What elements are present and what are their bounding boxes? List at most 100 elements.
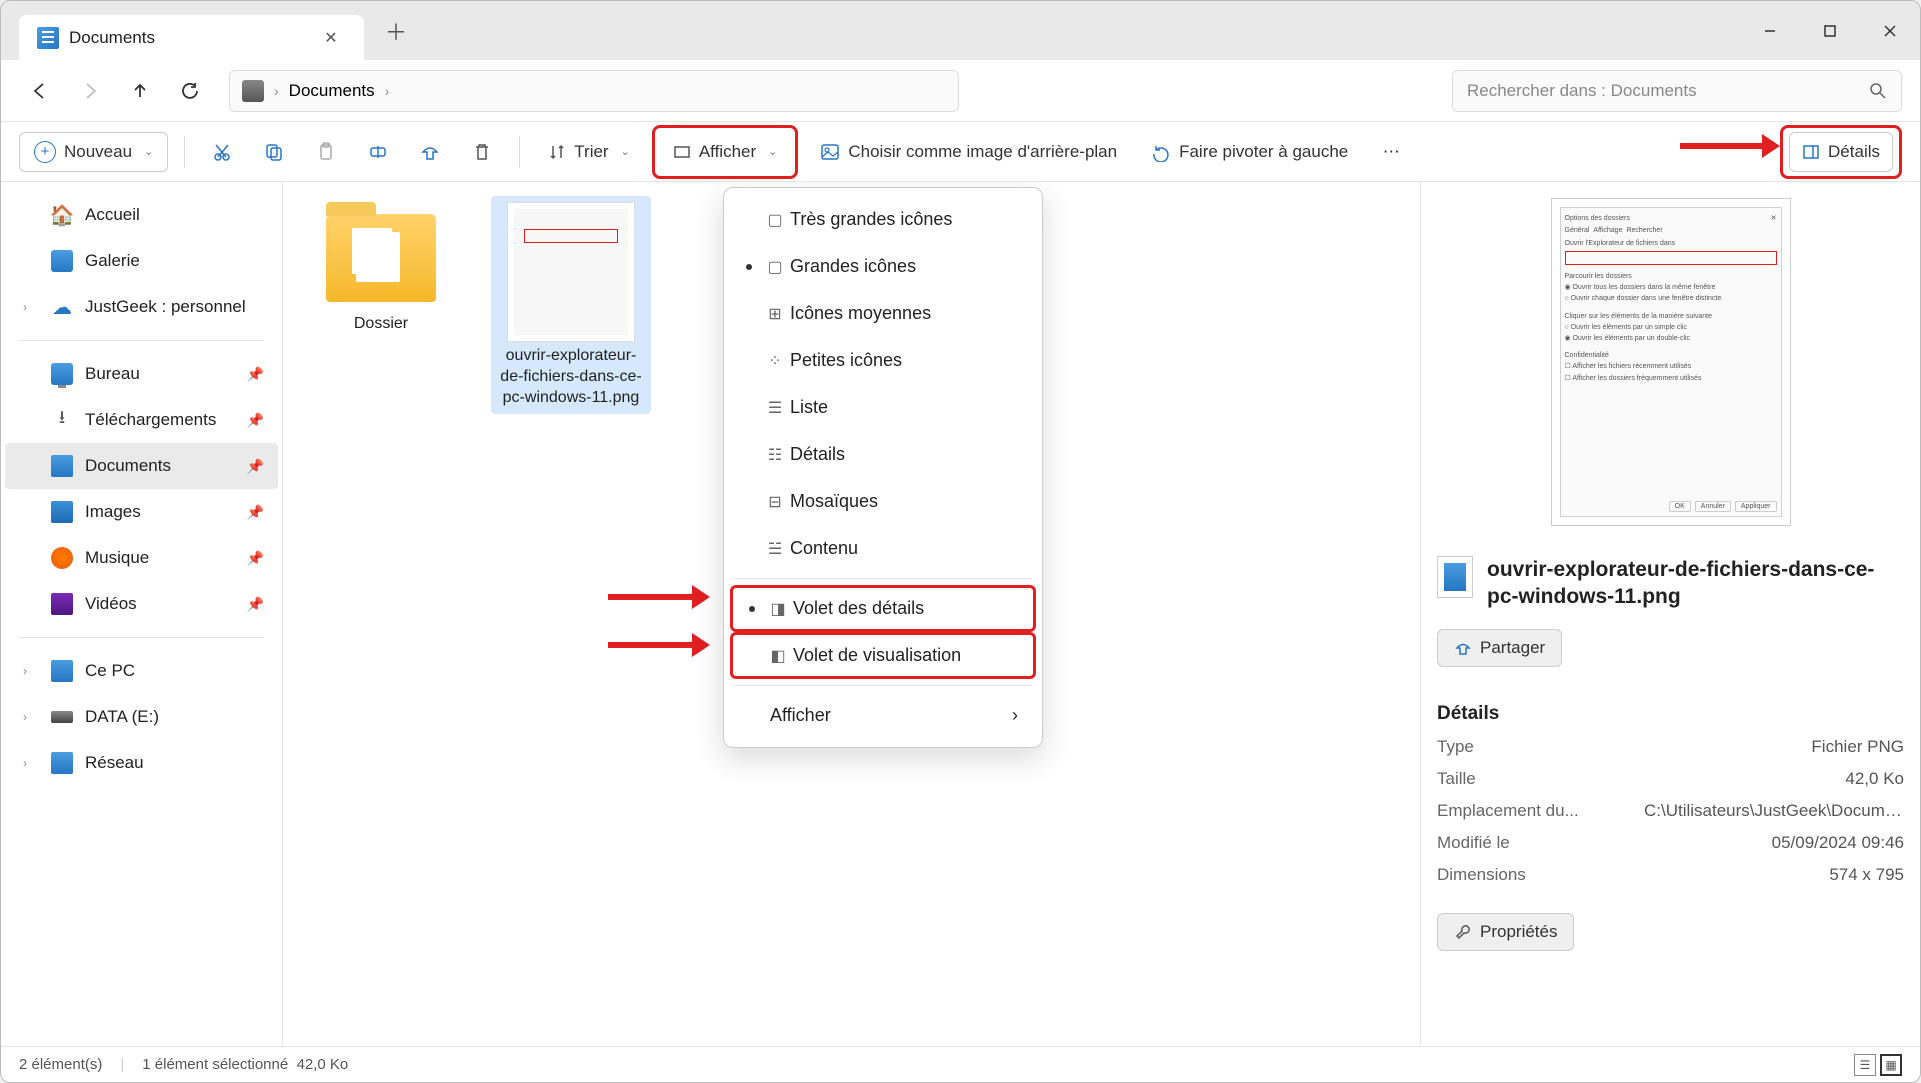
tab-title: Documents xyxy=(69,28,155,48)
copy-button[interactable] xyxy=(253,132,295,172)
file-item-selected[interactable]: ouvrir-explorateur-de-fichiers-dans-ce-p… xyxy=(491,196,651,414)
properties-button[interactable]: Propriétés xyxy=(1437,913,1574,951)
annotation-arrow xyxy=(608,587,710,607)
tab-documents[interactable]: Documents ✕ xyxy=(19,15,364,60)
sidebar-item-downloads[interactable]: ⭳Téléchargements📌 xyxy=(5,397,278,443)
prop-location: Emplacement du...C:\Utilisateurs\JustGee… xyxy=(1437,801,1904,821)
share-button[interactable]: Partager xyxy=(1437,629,1562,667)
file-list[interactable]: Dossier ouvrir-explorateur-de-fichiers-d… xyxy=(283,182,1420,1046)
chevron-right-icon: › xyxy=(274,83,279,99)
pane-icon: ◨ xyxy=(767,599,789,619)
new-tab-button[interactable]: ＋ xyxy=(376,11,416,51)
file-type-icon xyxy=(1437,556,1473,598)
search-box[interactable] xyxy=(1452,70,1902,112)
sidebar-item-images[interactable]: Images📌 xyxy=(5,489,278,535)
layout-icon: ▢ xyxy=(764,210,786,230)
sort-button[interactable]: Trier ⌄ xyxy=(536,132,642,172)
chevron-right-icon: › xyxy=(385,83,390,99)
folder-item[interactable]: Dossier xyxy=(301,196,461,341)
menu-item-large-icons[interactable]: ▢Grandes icônes xyxy=(730,243,1036,290)
search-icon xyxy=(1869,82,1887,100)
cut-button[interactable] xyxy=(201,132,243,172)
sidebar-item-network[interactable]: ›Réseau xyxy=(5,740,278,786)
download-icon: ⭳ xyxy=(51,409,73,431)
close-button[interactable] xyxy=(1860,11,1920,51)
grid-view-button[interactable]: ▦ xyxy=(1880,1054,1902,1076)
label: Trier xyxy=(574,142,608,162)
paste-button[interactable] xyxy=(305,132,347,172)
chevron-right-icon[interactable]: › xyxy=(23,664,27,678)
maximize-button[interactable] xyxy=(1800,11,1860,51)
menu-item-xl-icons[interactable]: ▢Très grandes icônes xyxy=(730,196,1036,243)
forward-button[interactable] xyxy=(69,70,111,112)
sidebar-item-music[interactable]: Musique📌 xyxy=(5,535,278,581)
pin-icon: 📌 xyxy=(247,412,264,429)
item-count: 2 élément(s) xyxy=(19,1056,102,1073)
rename-button[interactable] xyxy=(357,132,399,172)
menu-item-list[interactable]: ☰Liste xyxy=(730,384,1036,431)
menu-item-details-pane[interactable]: ◨Volet des détails xyxy=(730,585,1036,632)
sidebar-item-documents[interactable]: Documents📌 xyxy=(5,443,278,489)
rotate-left-button[interactable]: Faire pivoter à gauche xyxy=(1139,132,1360,172)
details-pane-icon xyxy=(1802,143,1820,161)
set-wallpaper-button[interactable]: Choisir comme image d'arrière-plan xyxy=(808,132,1129,172)
close-tab-button[interactable]: ✕ xyxy=(316,23,346,53)
address-bar[interactable]: › Documents › xyxy=(229,70,959,112)
sidebar-item-drive-e[interactable]: ›DATA (E:) xyxy=(5,694,278,740)
selection-info: 1 élément sélectionné 42,0 Ko xyxy=(142,1056,348,1073)
share-icon xyxy=(1454,639,1472,657)
titlebar: Documents ✕ ＋ xyxy=(1,1,1920,60)
sidebar-item-personal[interactable]: ›☁JustGeek : personnel xyxy=(5,284,278,330)
menu-item-preview-pane[interactable]: ◧Volet de visualisation xyxy=(730,632,1036,679)
menu-item-medium-icons[interactable]: ⊞Icônes moyennes xyxy=(730,290,1036,337)
up-button[interactable] xyxy=(119,70,161,112)
file-label: ouvrir-explorateur-de-fichiers-dans-ce-p… xyxy=(497,346,645,408)
status-bar: 2 élément(s) | 1 élément sélectionné 42,… xyxy=(1,1046,1920,1082)
menu-item-details[interactable]: ☷Détails xyxy=(730,431,1036,478)
divider xyxy=(19,340,264,341)
chevron-right-icon[interactable]: › xyxy=(23,710,27,724)
details-pane-toggle[interactable]: Détails xyxy=(1789,132,1893,172)
label: Faire pivoter à gauche xyxy=(1179,142,1348,162)
breadcrumb-location[interactable]: Documents xyxy=(289,81,375,101)
body: 🏠Accueil Galerie ›☁JustGeek : personnel … xyxy=(1,182,1920,1046)
details-pane: Options des dossiers✕ GénéralAffichageRe… xyxy=(1420,182,1920,1046)
menu-item-content[interactable]: ☱Contenu xyxy=(730,525,1036,572)
view-button[interactable]: Afficher ⌄ xyxy=(661,132,790,172)
drive-icon xyxy=(51,711,73,723)
folder-icon xyxy=(326,214,436,302)
annotation-highlight: Afficher ⌄ xyxy=(652,125,799,179)
prop-type: TypeFichier PNG xyxy=(1437,737,1904,757)
chevron-right-icon[interactable]: › xyxy=(23,756,27,770)
chevron-down-icon: ⌄ xyxy=(768,145,777,158)
menu-item-small-icons[interactable]: ⁘Petites icônes xyxy=(730,337,1036,384)
layout-icon: ☰ xyxy=(764,398,786,418)
search-input[interactable] xyxy=(1467,81,1869,101)
delete-button[interactable] xyxy=(461,132,503,172)
bullet-icon xyxy=(746,264,752,270)
separator xyxy=(184,136,185,168)
sidebar-item-videos[interactable]: Vidéos📌 xyxy=(5,581,278,627)
label: Nouveau xyxy=(64,142,132,162)
list-view-button[interactable]: ☰ xyxy=(1854,1054,1876,1076)
file-label: Dossier xyxy=(354,314,408,335)
sidebar-item-desktop[interactable]: Bureau📌 xyxy=(5,351,278,397)
pin-icon: 📌 xyxy=(247,596,264,613)
layout-icon: ⊞ xyxy=(764,304,786,324)
pin-icon: 📌 xyxy=(247,458,264,475)
sidebar-item-home[interactable]: 🏠Accueil xyxy=(5,192,278,238)
chevron-right-icon[interactable]: › xyxy=(23,300,27,314)
sidebar-item-this-pc[interactable]: ›Ce PC xyxy=(5,648,278,694)
more-options-button[interactable]: ⋯ xyxy=(1370,132,1412,172)
share-button[interactable] xyxy=(409,132,451,172)
pc-icon xyxy=(51,660,73,682)
minimize-button[interactable] xyxy=(1740,11,1800,51)
new-button[interactable]: + Nouveau ⌄ xyxy=(19,132,168,172)
back-button[interactable] xyxy=(19,70,61,112)
menu-item-show[interactable]: Afficher› xyxy=(730,692,1036,739)
layout-icon: ⊟ xyxy=(764,492,786,512)
refresh-button[interactable] xyxy=(169,70,211,112)
plus-icon: + xyxy=(34,141,56,163)
sidebar-item-gallery[interactable]: Galerie xyxy=(5,238,278,284)
menu-item-tiles[interactable]: ⊟Mosaïques xyxy=(730,478,1036,525)
